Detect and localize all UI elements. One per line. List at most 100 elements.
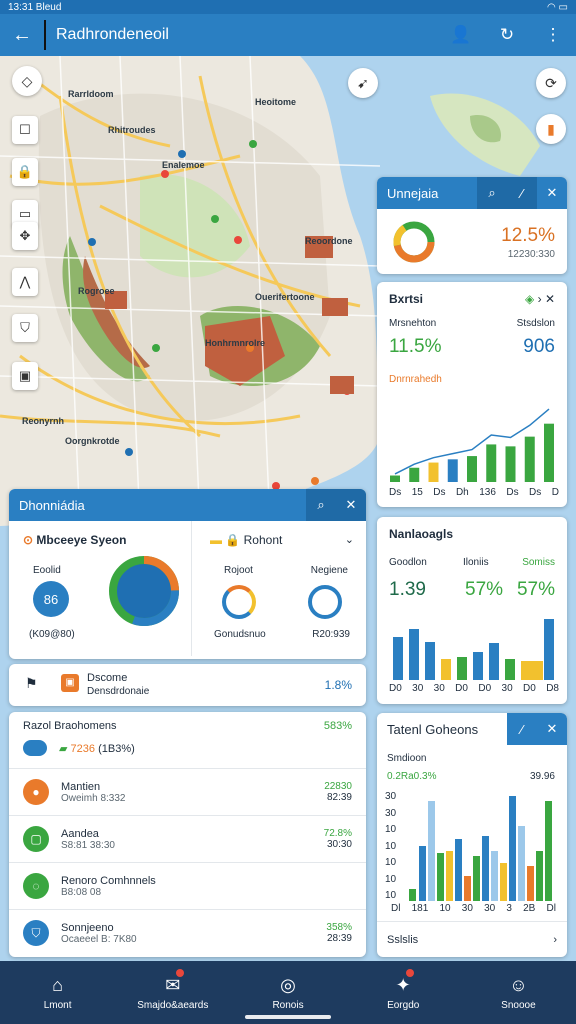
tick-label: 3 xyxy=(506,903,512,914)
list-item[interactable]: ● Mantien Oweimh 8:332 22830 82:39 xyxy=(9,768,366,815)
tick-label: Dl xyxy=(546,903,556,914)
route-tool-button[interactable]: ⋀ xyxy=(12,268,38,296)
tick-label: Ds xyxy=(433,487,446,498)
flag-icon: ⚑ xyxy=(25,675,38,691)
expand-button[interactable]: ⁄ xyxy=(507,713,537,745)
nav-messages[interactable]: ✦ Eorgdo xyxy=(346,961,461,1024)
bottom-navigation: ⌂ Lmont ✉ Smajdo&aeards ◎ Ronois ✦ Eorgdo ☺ S… xyxy=(0,961,576,1024)
list-item[interactable]: ▢ Aandea S8:81 38:30 72.8% 30:30 xyxy=(9,815,366,862)
card-title: Dhonniádia xyxy=(19,497,85,513)
refresh-button[interactable]: ↻ xyxy=(484,25,530,45)
metric-value: 906 xyxy=(523,336,555,357)
card-title: Bxrtsi xyxy=(389,292,424,306)
location-arrow-button[interactable]: ➹ xyxy=(348,68,378,98)
chevron-right-icon: › xyxy=(553,933,557,946)
list-item[interactable]: ◌ Renoro Comhnnels B8:08 08 xyxy=(9,862,366,909)
footer-label: Sslslis xyxy=(387,933,419,946)
map-label: Rhitroudes xyxy=(108,125,156,135)
tick-label: Ds xyxy=(529,487,542,498)
bar xyxy=(544,423,554,482)
lock-tool-button[interactable]: 🔒 xyxy=(12,158,38,186)
tick-label: D8 xyxy=(546,683,559,694)
location-tool-button[interactable]: ✥ xyxy=(12,222,38,250)
x-axis-ticks: Ds 15 Ds Dh 136 Ds Ds D xyxy=(389,487,559,498)
tick-label: D0 xyxy=(455,683,468,694)
item-value2: 28:39 xyxy=(326,933,352,944)
globe-icon: ◎ xyxy=(280,974,296,995)
search-button[interactable]: ⌕ xyxy=(306,489,336,521)
card-title: Tatenl Goheons xyxy=(387,721,479,737)
close-button[interactable]: ✕ xyxy=(336,489,366,521)
metric-value: 57% xyxy=(516,579,555,600)
nav-home[interactable]: ⌂ Lmont xyxy=(0,961,115,1024)
layer-square-button[interactable]: ☐ xyxy=(12,116,38,144)
tick-label: Ds xyxy=(506,487,519,498)
tick-label: 30 xyxy=(433,683,445,694)
list-item[interactable]: ⛉ Sonnjeeno Ocaeeel B: 7K80 358% 28:39 xyxy=(9,909,366,956)
dropdown-chevron[interactable]: ⌄ xyxy=(345,533,354,546)
close-button[interactable]: ✕ xyxy=(537,177,567,209)
bar xyxy=(505,446,516,482)
metric-value: 57% xyxy=(465,579,504,600)
item-value2: 82:39 xyxy=(326,792,352,803)
map-label: Oorgnkrotde xyxy=(65,436,120,446)
compass-button[interactable]: ◇ xyxy=(12,66,42,96)
tick-label: D0 xyxy=(478,683,492,694)
tick-label: 10 xyxy=(439,903,451,914)
card-footer[interactable]: Sslslis › xyxy=(377,921,567,957)
square-icon: ☐ xyxy=(19,122,31,137)
tag-icon: ▰ xyxy=(59,743,68,755)
shield-icon: ⛉ xyxy=(23,920,49,946)
item-name: Aandea xyxy=(61,827,99,840)
metric-label: Iloniis xyxy=(463,557,489,568)
item-value: 22830 xyxy=(324,781,352,792)
toggle-chip[interactable] xyxy=(23,740,47,756)
tick-label: D xyxy=(551,487,559,498)
page-title: Radhrondeneoil xyxy=(56,26,169,43)
image-tool-button[interactable]: ▣ xyxy=(12,362,38,390)
chevron-down-icon: ⌄ xyxy=(344,534,354,546)
search-button[interactable]: ⌕ xyxy=(477,177,507,209)
message-icon: ✦ xyxy=(395,974,411,995)
metric-label: Stsdslon xyxy=(516,318,555,329)
donut-chart xyxy=(393,221,435,263)
bar xyxy=(486,444,497,482)
search-icon: ⌕ xyxy=(488,185,496,200)
tick-label: 10 xyxy=(385,840,397,852)
close-icon: ✕ xyxy=(546,721,558,736)
metric-sub: 12230:330 xyxy=(507,249,555,260)
bar xyxy=(390,475,400,482)
profile-button[interactable]: 👤 xyxy=(438,25,484,45)
item-value: 72.8% xyxy=(323,828,352,839)
item-sub: S8:81 38:30 xyxy=(61,839,115,851)
expand-button[interactable]: ⁄ xyxy=(507,177,537,209)
tick-label: Dh xyxy=(455,487,469,498)
shield-icon: ⛉ xyxy=(20,320,30,335)
y-axis-ticks: 30 30 10 10 10 10 10 xyxy=(385,791,396,901)
nav-dashboards[interactable]: ✉ Smajdo&aeards xyxy=(115,961,230,1024)
metric-value: 39.96 xyxy=(529,771,555,782)
panel-sub: Gonudsnuo xyxy=(214,629,266,640)
close-icon: ✕ xyxy=(345,497,357,512)
notice-value: 1.8% xyxy=(324,678,352,692)
card-actions[interactable]: ◈ › ✕ xyxy=(525,292,555,306)
more-button[interactable]: ⋮ xyxy=(530,25,576,45)
lock-icon: 🔒 xyxy=(225,533,241,547)
tick-label: 15 xyxy=(411,487,423,498)
card-nanlaoagls: Nanlaoagls Goodlon Iloniis Somiss 1.39 5… xyxy=(377,517,567,704)
chat-icon: ✉ xyxy=(165,974,181,995)
card-unnejaia: Unnejaia ⌕ ⁄ ✕ 12.5% 12230:330 xyxy=(377,177,567,274)
shield-tool-button[interactable]: ⛉ xyxy=(12,314,38,342)
tick-label: 136 xyxy=(479,487,496,498)
back-button[interactable]: ← xyxy=(0,24,44,47)
notice-row[interactable]: ⚑ ▣ Dscome Densdrdonaie 1.8% xyxy=(9,664,366,706)
sync-button[interactable]: ⟳ xyxy=(536,68,566,98)
map-label: Rarrldoom xyxy=(68,89,114,99)
tick-label: Dl xyxy=(391,903,401,914)
compass-icon: ◇ xyxy=(21,72,33,89)
arrow-left-icon: ← xyxy=(12,23,32,46)
close-button[interactable]: ✕ xyxy=(537,713,567,745)
briefcase-button[interactable]: ▮ xyxy=(536,114,566,144)
nav-profile[interactable]: ☺ Snoooe xyxy=(461,961,576,1024)
bar xyxy=(409,467,420,482)
